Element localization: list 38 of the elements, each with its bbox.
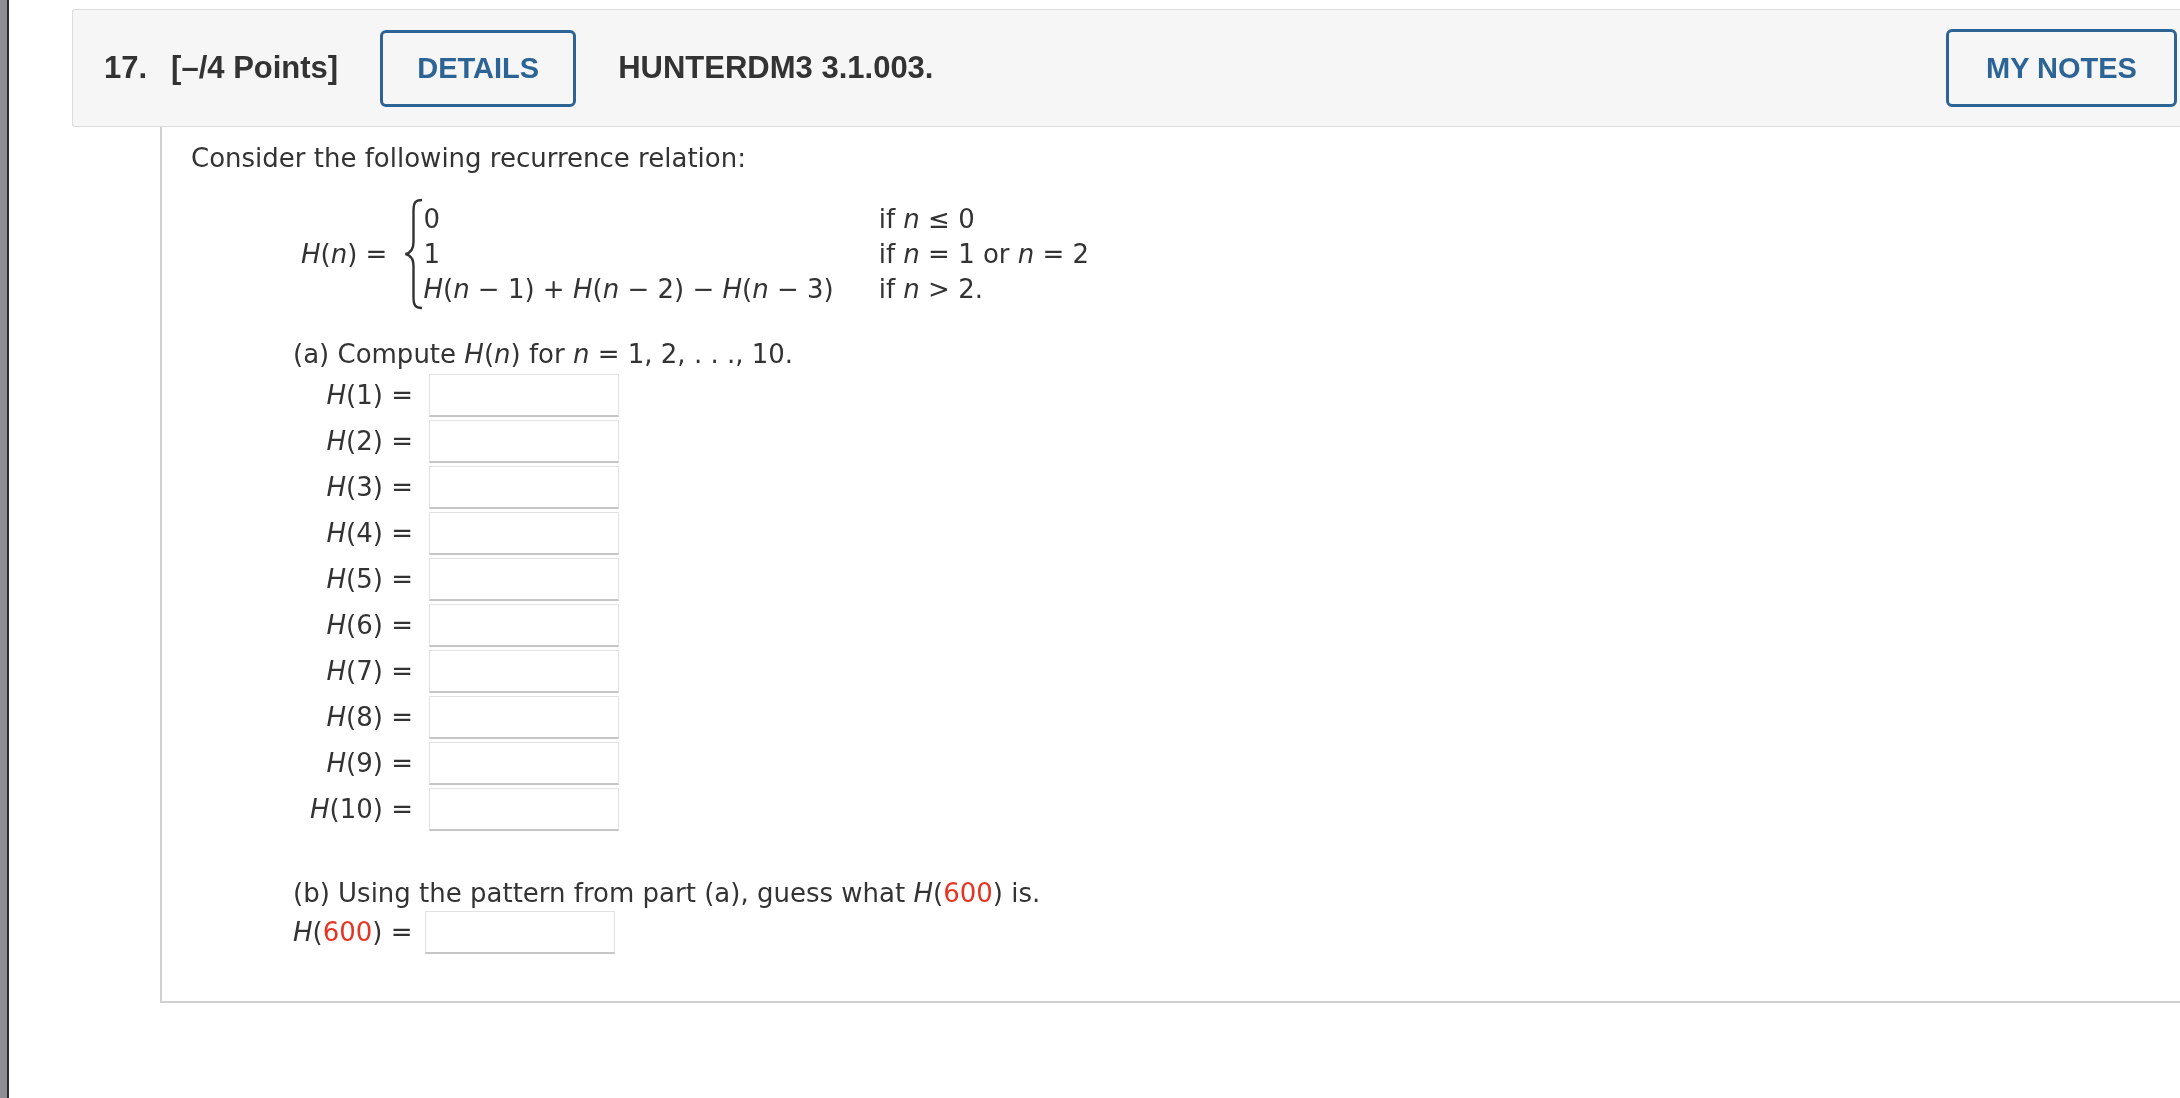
answer-field[interactable] — [429, 466, 619, 509]
case-value: H(n − 1) + H(n − 2) − H(n − 3) — [423, 272, 834, 306]
function-label: H(n) = — [301, 237, 388, 271]
answer-label: H(8) = — [325, 701, 413, 734]
answer-field[interactable] — [429, 374, 619, 417]
intro-text: Consider the following recurrence relation: — [191, 142, 747, 175]
answer-label: H(7) = — [325, 655, 413, 688]
answer-label: H(1) = — [325, 379, 413, 412]
question-text: (a) Compute H(n) for n = 1, 2, . . ., 10. — [293, 338, 795, 371]
answer-label: H(3) = — [325, 471, 413, 504]
answer-label: H(5) = — [325, 563, 413, 596]
answer-label: H(2) = — [325, 425, 413, 458]
case-condition: if n > 2. — [878, 272, 984, 306]
answer-field[interactable] — [429, 696, 619, 739]
case-condition: if n ≤ 0 — [878, 202, 976, 236]
points-label: [–/4 Points] — [171, 50, 339, 86]
answer-label: H(10) = — [309, 793, 413, 826]
answer-field[interactable] — [429, 788, 619, 831]
answer-field[interactable] — [429, 650, 619, 693]
question-number: 17. — [104, 50, 148, 86]
answer-field[interactable] — [429, 420, 619, 463]
case-value: 1 — [423, 237, 441, 271]
details-button[interactable]: DETAILS — [380, 29, 577, 107]
answer-label: H(600) = — [293, 916, 413, 949]
my-notes-button[interactable]: MY NOTES — [1946, 29, 2177, 107]
answer-label: H(4) = — [325, 517, 413, 550]
answer-field[interactable] — [424, 911, 615, 954]
answer-field[interactable] — [429, 558, 619, 601]
curly-brace-icon — [404, 198, 424, 310]
answer-label: H(9) = — [325, 747, 413, 780]
question-text: (b) Using the pattern from part (a), guess what H(600) is. — [293, 877, 1042, 910]
problem-id: HUNTERDM3 3.1.003. — [618, 50, 934, 86]
answer-field[interactable] — [429, 604, 619, 647]
case-condition: if n = 1 or n = 2 — [878, 237, 1090, 271]
answer-field[interactable] — [429, 742, 619, 785]
answer-label: H(6) = — [325, 609, 413, 642]
case-value: 0 — [423, 202, 441, 236]
answer-field[interactable] — [429, 512, 619, 555]
